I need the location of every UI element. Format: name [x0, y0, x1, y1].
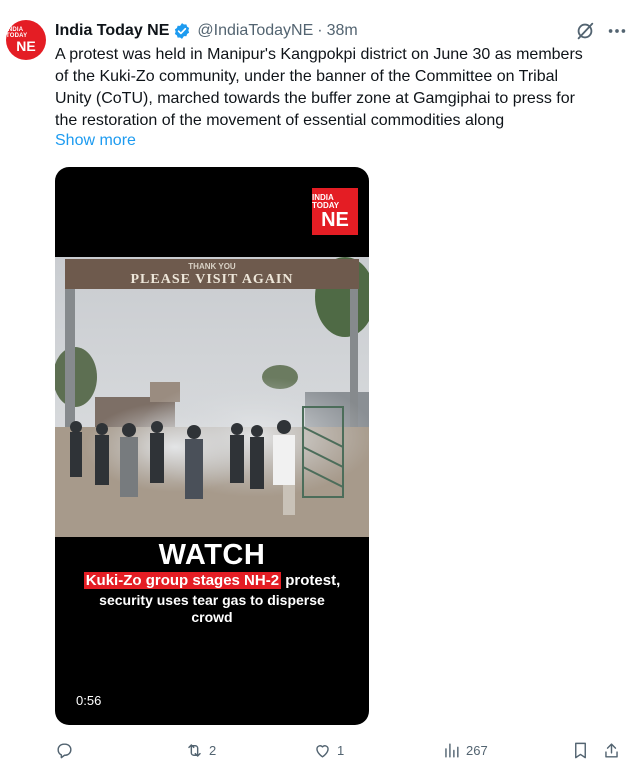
verified-badge-icon	[175, 23, 190, 39]
tweet-text-line: Unity (CoTU), marched towards the buffer…	[55, 90, 575, 107]
video-duration: 0:56	[76, 693, 102, 708]
views-button[interactable]: 267	[442, 741, 488, 760]
tweet[interactable]: INDIA TODAY NE India Today NE @IndiaToda…	[0, 0, 643, 770]
tweet-text-line: the restoration of the movement of essen…	[55, 112, 505, 129]
logo-text-big: NE	[321, 208, 349, 231]
video-caption-rest: protest,	[285, 572, 341, 589]
tweet-text: A protest was held in Manipur's Kangpokp…	[55, 44, 625, 132]
channel-logo: INDIA TODAY NE	[312, 188, 358, 235]
repost-count: 2	[209, 743, 217, 758]
more-icon[interactable]	[606, 20, 628, 42]
video-caption-highlight: Kuki-Zo group stages NH-2	[83, 572, 282, 589]
repost-button[interactable]: 2	[185, 741, 216, 760]
gate-sign-top: THANK YOU	[188, 262, 236, 271]
like-count: 1	[337, 743, 345, 758]
author-handle[interactable]: @IndiaTodayNE	[197, 22, 313, 40]
view-count: 267	[466, 743, 488, 758]
header-separator: ·	[317, 22, 323, 39]
action-bar: 2 1 267	[0, 741, 643, 761]
tweet-text-line: A protest was held in Manipur's Kangpokp…	[55, 46, 583, 63]
reply-icon	[57, 743, 72, 759]
like-button[interactable]: 1	[313, 741, 344, 760]
video-caption-line3: crowd	[191, 609, 233, 625]
share-button[interactable]	[602, 741, 621, 760]
avatar-text-big: NE	[16, 38, 36, 54]
tweet-header: India Today NE @IndiaTodayNE · 38m	[55, 20, 358, 42]
reply-button[interactable]	[55, 741, 79, 760]
avatar[interactable]: INDIA TODAY NE	[6, 20, 46, 60]
video-frame: THANK YOU PLEASE VISIT AGAIN	[55, 257, 369, 537]
grok-icon[interactable]	[574, 20, 596, 42]
tweet-text-line: of the Kuki-Zo community, under the bann…	[55, 68, 559, 85]
timestamp[interactable]: 38m	[327, 22, 358, 40]
video-caption-line2: security uses tear gas to disperse	[99, 592, 325, 608]
gate-sign-text: PLEASE VISIT AGAIN	[131, 272, 294, 287]
repost-icon	[188, 744, 201, 757]
video-watch-label: WATCH	[158, 539, 266, 571]
views-icon	[445, 743, 459, 758]
logo-text-small: INDIA TODAY	[312, 192, 340, 210]
video-player[interactable]: THANK YOU PLEASE VISIT AGAIN INDIA TODAY…	[55, 167, 369, 725]
bookmark-button[interactable]	[571, 741, 590, 760]
like-icon	[316, 745, 329, 758]
author-name[interactable]: India Today NE	[55, 22, 169, 40]
share-icon	[605, 743, 618, 758]
show-more-link[interactable]: Show more	[55, 132, 136, 150]
video-caption-line1: Kuki-Zo group stages NH-2 protest,	[55, 572, 369, 589]
bookmark-icon	[575, 742, 586, 759]
